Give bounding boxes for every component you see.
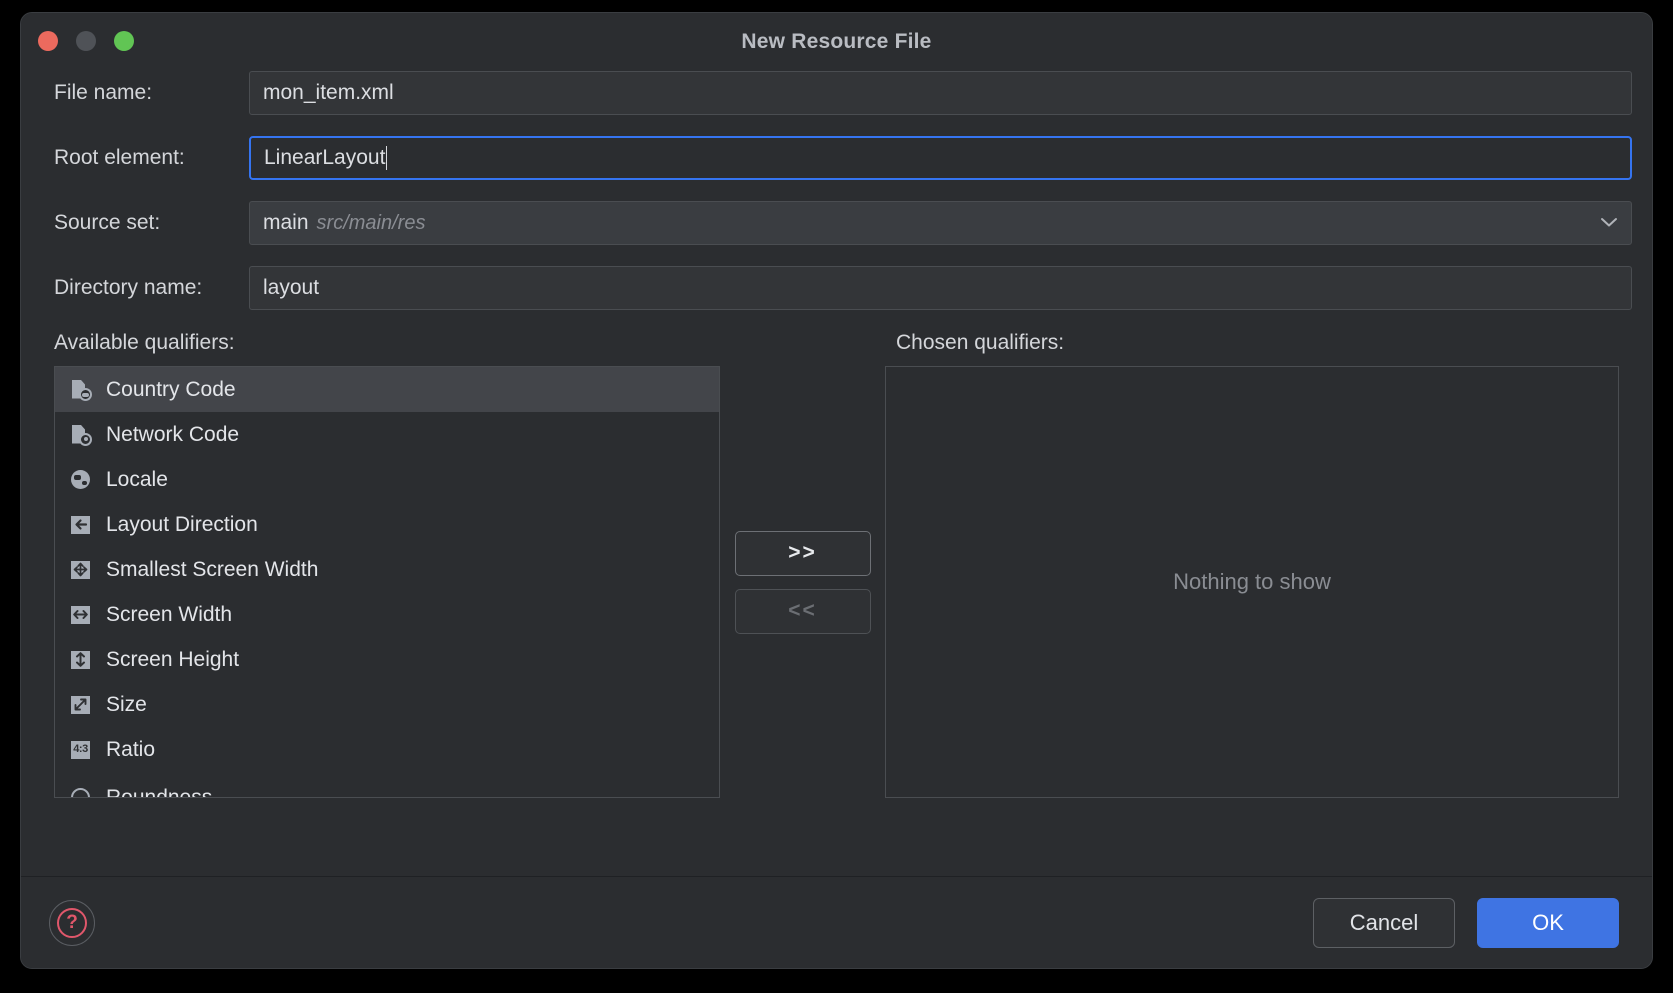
source-set-value-group: main src/main/res	[263, 211, 425, 235]
cancel-button[interactable]: Cancel	[1313, 897, 1455, 948]
roundness-icon	[70, 787, 92, 797]
file-name-row: File name: mon_item.xml	[41, 71, 1632, 115]
transfer-buttons: >> <<	[720, 366, 885, 798]
chevron-down-icon[interactable]	[1599, 216, 1619, 231]
qualifiers-panes: Country Code Network Code Locale Layout …	[41, 366, 1632, 798]
directory-name-value: layout	[263, 276, 320, 299]
root-element-value: LinearLayout	[264, 146, 386, 169]
ok-button[interactable]: OK	[1477, 897, 1619, 948]
list-item-label: Country Code	[106, 377, 236, 401]
list-item-label: Layout Direction	[106, 512, 258, 536]
source-set-row: Source set: main src/main/res	[41, 201, 1632, 245]
list-item-label: Ratio	[106, 737, 156, 761]
add-qualifier-button[interactable]: >>	[734, 530, 871, 576]
text-caret	[386, 146, 388, 170]
directory-name-input[interactable]: layout	[249, 266, 1632, 310]
list-item[interactable]: Screen Width	[55, 592, 719, 637]
screen-root: New Resource File File name: mon_item.xm…	[0, 0, 1673, 993]
list-item-label: Network Code	[106, 422, 240, 446]
help-button[interactable]: ?	[49, 899, 95, 946]
document-network-icon	[70, 424, 92, 446]
root-element-label: Root element:	[54, 146, 185, 169]
list-item[interactable]: Country Code	[55, 367, 719, 412]
list-item[interactable]: Size	[55, 682, 719, 727]
root-element-input[interactable]: LinearLayout	[249, 136, 1632, 180]
window-controls	[38, 31, 134, 51]
available-qualifiers-label: Available qualifiers:	[54, 331, 235, 354]
dialog-body: File name: mon_item.xml Root element: Li…	[21, 71, 1652, 876]
file-name-label: File name:	[54, 81, 153, 104]
qualifiers-headers: Available qualifiers: Chosen qualifiers:	[41, 331, 1632, 355]
available-qualifiers-list[interactable]: Country Code Network Code Locale Layout …	[54, 366, 720, 798]
source-set-value: main	[263, 211, 309, 234]
chosen-qualifiers-list[interactable]: Nothing to show	[885, 366, 1619, 798]
list-item-label: Locale	[106, 467, 168, 491]
arrow-vertical-icon	[70, 649, 92, 671]
aspect-ratio-icon: 4:3	[70, 739, 92, 761]
remove-qualifier-button: <<	[734, 588, 871, 634]
source-set-dropdown[interactable]: main src/main/res	[249, 201, 1632, 245]
list-item[interactable]: Layout Direction	[55, 502, 719, 547]
document-globe-icon	[70, 379, 92, 401]
file-name-value: mon_item.xml	[263, 81, 394, 104]
globe-icon	[70, 469, 92, 491]
minimize-button[interactable]	[76, 31, 96, 51]
dialog-titlebar: New Resource File	[21, 13, 1652, 71]
directory-name-row: Directory name: layout	[41, 266, 1632, 310]
list-item-label: Screen Width	[106, 602, 233, 626]
directory-name-label: Directory name:	[54, 276, 203, 299]
four-way-arrow-icon	[70, 559, 92, 581]
root-element-row: Root element: LinearLayout	[41, 136, 1632, 180]
list-item[interactable]: 4:3 Ratio	[55, 727, 719, 772]
list-item-label: Smallest Screen Width	[106, 557, 319, 581]
list-item-label: Screen Height	[106, 647, 240, 671]
maximize-button[interactable]	[114, 31, 134, 51]
dialog-footer: ? Cancel OK	[21, 876, 1652, 968]
list-item-partial-wrapper: Roundness	[55, 775, 719, 797]
list-item[interactable]: Network Code	[55, 412, 719, 457]
file-name-input[interactable]: mon_item.xml	[249, 71, 1632, 115]
arrow-horizontal-icon	[70, 604, 92, 626]
source-set-label: Source set:	[54, 211, 161, 234]
list-item[interactable]: Locale	[55, 457, 719, 502]
empty-state-text: Nothing to show	[1173, 569, 1331, 594]
source-set-path: src/main/res	[316, 212, 426, 234]
list-item[interactable]: Screen Height	[55, 637, 719, 682]
list-item[interactable]: Smallest Screen Width	[55, 547, 719, 592]
list-item-label: Roundness	[106, 785, 213, 798]
list-item[interactable]: Roundness	[70, 775, 212, 797]
new-resource-file-dialog: New Resource File File name: mon_item.xm…	[20, 12, 1653, 969]
close-button[interactable]	[38, 31, 58, 51]
question-mark-icon: ?	[57, 907, 87, 938]
chosen-qualifiers-label: Chosen qualifiers:	[896, 331, 1065, 354]
arrow-left-icon	[70, 514, 92, 536]
dialog-title: New Resource File	[741, 30, 932, 53]
list-item-label: Size	[106, 692, 147, 716]
diagonal-arrow-icon	[70, 694, 92, 716]
